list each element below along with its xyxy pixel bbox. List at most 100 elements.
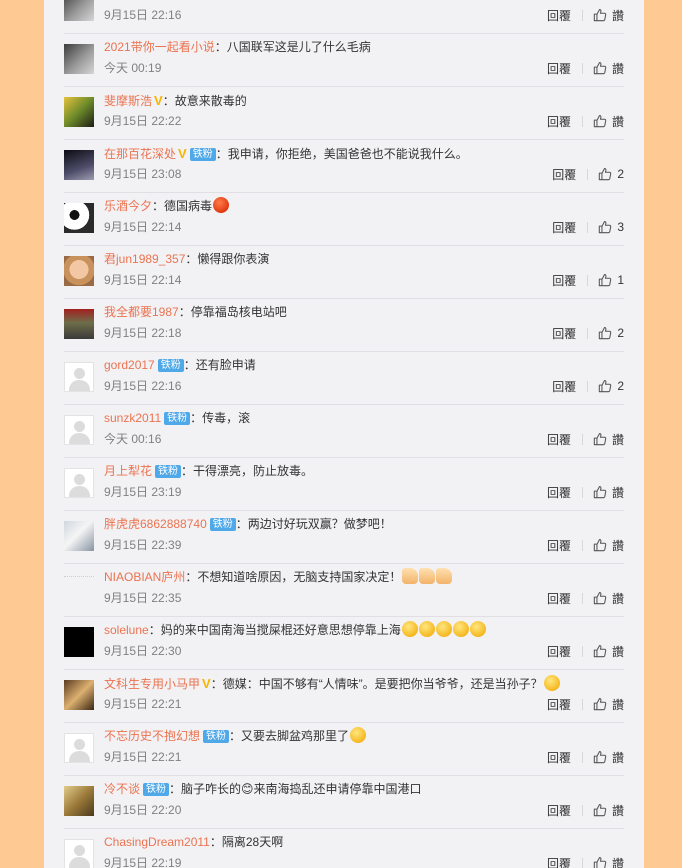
like-button[interactable]: 讚 bbox=[593, 60, 624, 77]
avatar[interactable] bbox=[64, 839, 94, 868]
reply-button[interactable]: 回覆 bbox=[552, 272, 576, 289]
comment-actions: 回覆 2 bbox=[552, 377, 624, 395]
like-count: 讚 bbox=[611, 114, 624, 129]
username-link[interactable]: sunzk2011 bbox=[104, 411, 161, 425]
avatar[interactable] bbox=[64, 97, 94, 127]
fan-badge: 铁粉 bbox=[209, 518, 236, 531]
comment-time: 9月15日 22:14 bbox=[104, 220, 182, 234]
reply-button[interactable]: 回覆 bbox=[547, 855, 571, 868]
like-button[interactable]: 讚 bbox=[593, 802, 624, 819]
reply-button[interactable]: 回覆 bbox=[547, 696, 571, 713]
comment-body: 2021带你一起看小说：八国联军这是儿了什么毛病 bbox=[104, 38, 371, 57]
avatar[interactable] bbox=[64, 203, 94, 233]
fan-badge: 铁粉 bbox=[143, 783, 170, 796]
reply-button[interactable]: 回覆 bbox=[547, 802, 571, 819]
like-button[interactable]: 讚 bbox=[593, 643, 624, 660]
comment-text: ：隔离28天啊 bbox=[209, 835, 284, 849]
comment-actions: 回覆 讚 bbox=[547, 59, 624, 77]
reply-button[interactable]: 回覆 bbox=[552, 378, 576, 395]
divider bbox=[581, 857, 583, 868]
avatar[interactable] bbox=[64, 468, 94, 498]
like-button[interactable]: 讚 bbox=[593, 749, 624, 766]
reply-button[interactable]: 回覆 bbox=[552, 166, 576, 183]
avatar[interactable] bbox=[64, 415, 94, 445]
username-link[interactable]: 冷不谈 bbox=[104, 782, 140, 796]
fan-badge: 铁粉 bbox=[155, 465, 182, 478]
username-link[interactable]: NIAOBIAN庐州 bbox=[104, 570, 185, 584]
username-link[interactable]: 2021带你一起看小说 bbox=[104, 40, 215, 54]
reply-button[interactable]: 回覆 bbox=[547, 537, 571, 554]
comment-body: 斐摩斯浩 V：故意来散毒的 bbox=[104, 91, 247, 111]
emoji-group bbox=[401, 568, 453, 584]
like-button[interactable]: 讚 bbox=[593, 590, 624, 607]
avatar[interactable] bbox=[64, 786, 94, 816]
reply-button[interactable]: 回覆 bbox=[547, 484, 571, 501]
reply-button[interactable]: 回覆 bbox=[547, 431, 571, 448]
avatar[interactable] bbox=[64, 150, 94, 180]
comment-text: ：德媒：中国不够有“人情味”。是要把你当爷爷，还是当孙子？ bbox=[210, 677, 543, 691]
like-button[interactable]: 2 bbox=[598, 379, 624, 393]
like-button[interactable]: 讚 bbox=[593, 113, 624, 130]
comment-actions: 回覆 讚 bbox=[547, 483, 624, 501]
reply-button[interactable]: 回覆 bbox=[547, 7, 571, 24]
username-link[interactable]: gord2017 bbox=[104, 358, 155, 372]
reply-button[interactable]: 回覆 bbox=[547, 749, 571, 766]
username-link[interactable]: 在那百花深处 bbox=[104, 147, 176, 161]
username-link[interactable]: 月上犁花 bbox=[104, 464, 152, 478]
reply-button[interactable]: 回覆 bbox=[547, 643, 571, 660]
comment-time: 9月15日 22:35 bbox=[104, 591, 182, 605]
comment-item: solelune：妈的来中国南海当搅屎棍还好意思想停靠上海 9月15日 22:3… bbox=[64, 617, 624, 670]
like-button[interactable]: 讚 bbox=[593, 696, 624, 713]
avatar[interactable] bbox=[64, 362, 94, 392]
reply-button[interactable]: 回覆 bbox=[547, 113, 571, 130]
username-link[interactable]: 胖虎虎6862888740 bbox=[104, 517, 207, 531]
avatar[interactable] bbox=[64, 0, 94, 21]
comment-panel: 9月15日 22:16 回覆 讚 2021带你一起看小说：八国联军这是儿了什么毛… bbox=[44, 0, 644, 868]
comment-actions: 回覆 讚 bbox=[547, 695, 624, 713]
comment-text: ：妈的来中国南海当搅屎棍还好意思想停靠上海 bbox=[148, 623, 401, 637]
comment-text: ：故意来散毒的 bbox=[162, 94, 247, 108]
comment-item: 君jun1989_357：懒得跟你表演 9月15日 22:14 回覆 1 bbox=[64, 246, 624, 299]
reply-button[interactable]: 回覆 bbox=[547, 60, 571, 77]
username-link[interactable]: 斐摩斯浩 bbox=[104, 94, 152, 108]
username-link[interactable]: solelune bbox=[104, 623, 149, 637]
like-button[interactable]: 2 bbox=[598, 167, 624, 181]
username-link[interactable]: 文科生专用小马甲 bbox=[104, 677, 200, 691]
username-link[interactable]: 君jun1989_357 bbox=[104, 252, 185, 266]
avatar[interactable] bbox=[64, 680, 94, 710]
comment-text: ：停靠福岛核电站吧 bbox=[178, 305, 287, 319]
thumbs-up-icon bbox=[599, 274, 612, 287]
comment-item: 冷不谈 铁粉 ：脑子咋长的😊来南海捣乱还申请停靠中国港口 9月15日 22:20 回… bbox=[64, 776, 624, 829]
comment-list: 9月15日 22:16 回覆 讚 2021带你一起看小说：八国联军这是儿了什么毛… bbox=[64, 0, 624, 868]
like-count: 讚 bbox=[611, 803, 624, 818]
reply-button[interactable]: 回覆 bbox=[552, 325, 576, 342]
username-link[interactable]: 我全都要1987 bbox=[104, 305, 179, 319]
like-button[interactable]: 讚 bbox=[593, 431, 624, 448]
username-link[interactable]: 乐酒今夕 bbox=[104, 199, 152, 213]
avatar[interactable] bbox=[64, 44, 94, 74]
avatar[interactable] bbox=[64, 309, 94, 339]
reply-button[interactable]: 回覆 bbox=[547, 590, 571, 607]
divider bbox=[581, 9, 583, 21]
comment-text: ：还有脸申请 bbox=[183, 358, 256, 372]
avatar[interactable] bbox=[64, 574, 94, 604]
comment-item: 9月15日 22:16 回覆 讚 bbox=[64, 0, 624, 34]
thumbs-up-icon bbox=[593, 486, 607, 499]
avatar[interactable] bbox=[64, 733, 94, 763]
like-button[interactable]: 讚 bbox=[593, 484, 624, 501]
avatar[interactable] bbox=[64, 627, 94, 657]
username-link[interactable]: ChasingDream2011 bbox=[104, 835, 210, 849]
like-button[interactable]: 讚 bbox=[593, 7, 624, 24]
comment-actions: 回覆 1 bbox=[552, 271, 624, 289]
divider bbox=[581, 539, 583, 551]
like-button[interactable]: 讚 bbox=[593, 855, 624, 868]
like-button[interactable]: 1 bbox=[598, 273, 624, 287]
comment-body: 月上犁花 铁粉 ：干得漂亮，防止放毒。 bbox=[104, 462, 313, 481]
username-link[interactable]: 不忘历史不抱幻想 bbox=[104, 729, 200, 743]
like-button[interactable]: 2 bbox=[598, 326, 624, 340]
reply-button[interactable]: 回覆 bbox=[552, 219, 576, 236]
avatar[interactable] bbox=[64, 256, 94, 286]
like-button[interactable]: 3 bbox=[598, 220, 624, 234]
avatar[interactable] bbox=[64, 521, 94, 551]
like-button[interactable]: 讚 bbox=[593, 537, 624, 554]
